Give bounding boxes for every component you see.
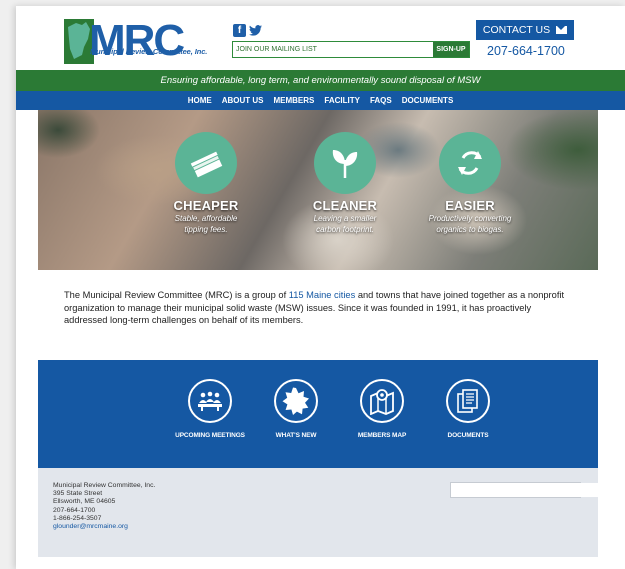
- quick-link-label: MEMBERS MAP: [357, 432, 407, 439]
- quick-link-whats-new[interactable]: WHAT'S NEW: [246, 379, 346, 439]
- nav-facility[interactable]: FACILITY: [324, 96, 360, 105]
- feature-subtitle-line2: carbon footprint.: [316, 225, 374, 234]
- page: MRC Municipal Review Committee, Inc. f S…: [16, 6, 625, 569]
- quick-link-documents[interactable]: DOCUMENTS: [418, 379, 518, 439]
- tagline-bar: Ensuring affordable, long term, and envi…: [16, 70, 625, 91]
- feature-easier[interactable]: EASIER Productively converting organics …: [410, 132, 530, 235]
- site-footer: Municipal Review Committee, Inc. 395 Sta…: [38, 468, 625, 557]
- nav-members[interactable]: MEMBERS: [273, 96, 314, 105]
- footer-email-link[interactable]: glounder@mrcmaine.org: [53, 523, 128, 530]
- feature-subtitle-line1: Productively converting: [428, 214, 512, 223]
- footer-tollfree: 1-866-254-3507: [53, 514, 102, 522]
- hero-banner: CHEAPER Stable, affordable tipping fees.…: [38, 110, 598, 270]
- quick-link-upcoming-meetings[interactable]: UPCOMING MEETINGS: [160, 379, 260, 439]
- quick-link-members-map[interactable]: MEMBERS MAP: [332, 379, 432, 439]
- header-phone[interactable]: 207-664-1700: [487, 44, 565, 58]
- feature-title: CHEAPER: [173, 198, 239, 213]
- envelope-icon: [556, 26, 568, 34]
- nav-about-us[interactable]: ABOUT US: [222, 96, 264, 105]
- search-input[interactable]: [451, 483, 625, 497]
- documents-icon: [446, 379, 490, 423]
- facebook-icon[interactable]: f: [233, 24, 246, 37]
- footer-org-name: Municipal Review Committee, Inc.: [53, 482, 156, 489]
- footer-search: [450, 482, 625, 498]
- twitter-icon[interactable]: [249, 24, 262, 37]
- logo-text: MRC: [89, 19, 184, 64]
- mrc-logo[interactable]: MRC: [64, 19, 234, 64]
- intro-paragraph: The Municipal Review Committee (MRC) is …: [64, 289, 576, 327]
- map-pin-icon: [360, 379, 404, 423]
- feature-subtitle-line2: organics to biogas.: [436, 225, 504, 234]
- nav-documents[interactable]: DOCUMENTS: [402, 96, 454, 105]
- social-links: f: [233, 24, 262, 37]
- main-nav: HOME ABOUT US MEMBERS FACILITY FAQS DOCU…: [16, 91, 625, 110]
- people-meeting-icon: [188, 379, 232, 423]
- mailing-list-form: SIGN-UP: [232, 41, 470, 58]
- feature-subtitle-line2: tipping fees.: [184, 225, 228, 234]
- nav-faqs[interactable]: FAQS: [370, 96, 392, 105]
- contact-us-label: CONTACT US: [482, 24, 551, 36]
- footer-phone: 207-664-1700: [53, 506, 96, 514]
- footer-contact-info: Municipal Review Committee, Inc. 395 Sta…: [53, 482, 155, 531]
- feature-title: CLEANER: [312, 198, 378, 213]
- quick-link-label: WHAT'S NEW: [275, 432, 317, 439]
- logo-caption: Municipal Review Committee, Inc.: [90, 47, 208, 56]
- maine-cities-link[interactable]: 115 Maine cities: [289, 290, 356, 300]
- tagline-text: Ensuring affordable, long term, and envi…: [160, 75, 481, 86]
- feature-cleaner[interactable]: CLEANER Leaving a smaller carbon footpri…: [285, 132, 405, 235]
- leaf-icon: [314, 132, 376, 194]
- signup-button[interactable]: SIGN-UP: [433, 42, 469, 57]
- money-stack-icon: [175, 132, 237, 194]
- quick-links-band: UPCOMING MEETINGS WHAT'S NEW MEMBERS MAP: [38, 360, 598, 468]
- quick-link-label: DOCUMENTS: [447, 432, 489, 439]
- feature-subtitle-line1: Leaving a smaller: [313, 214, 377, 223]
- recycle-icon: [439, 132, 501, 194]
- quick-link-label: UPCOMING MEETINGS: [175, 432, 245, 439]
- intro-text-before: The Municipal Review Committee (MRC) is …: [64, 290, 289, 300]
- nav-home[interactable]: HOME: [188, 96, 212, 105]
- feature-subtitle-line1: Stable, affordable: [174, 214, 238, 223]
- mailing-list-input[interactable]: [233, 42, 433, 57]
- footer-city: Ellsworth, ME 04605: [53, 498, 116, 506]
- footer-street: 395 State Street: [53, 490, 103, 498]
- feature-title: EASIER: [445, 198, 495, 213]
- starburst-icon: [274, 379, 318, 423]
- feature-cheaper[interactable]: CHEAPER Stable, affordable tipping fees.: [146, 132, 266, 235]
- contact-us-button[interactable]: CONTACT US: [476, 20, 574, 40]
